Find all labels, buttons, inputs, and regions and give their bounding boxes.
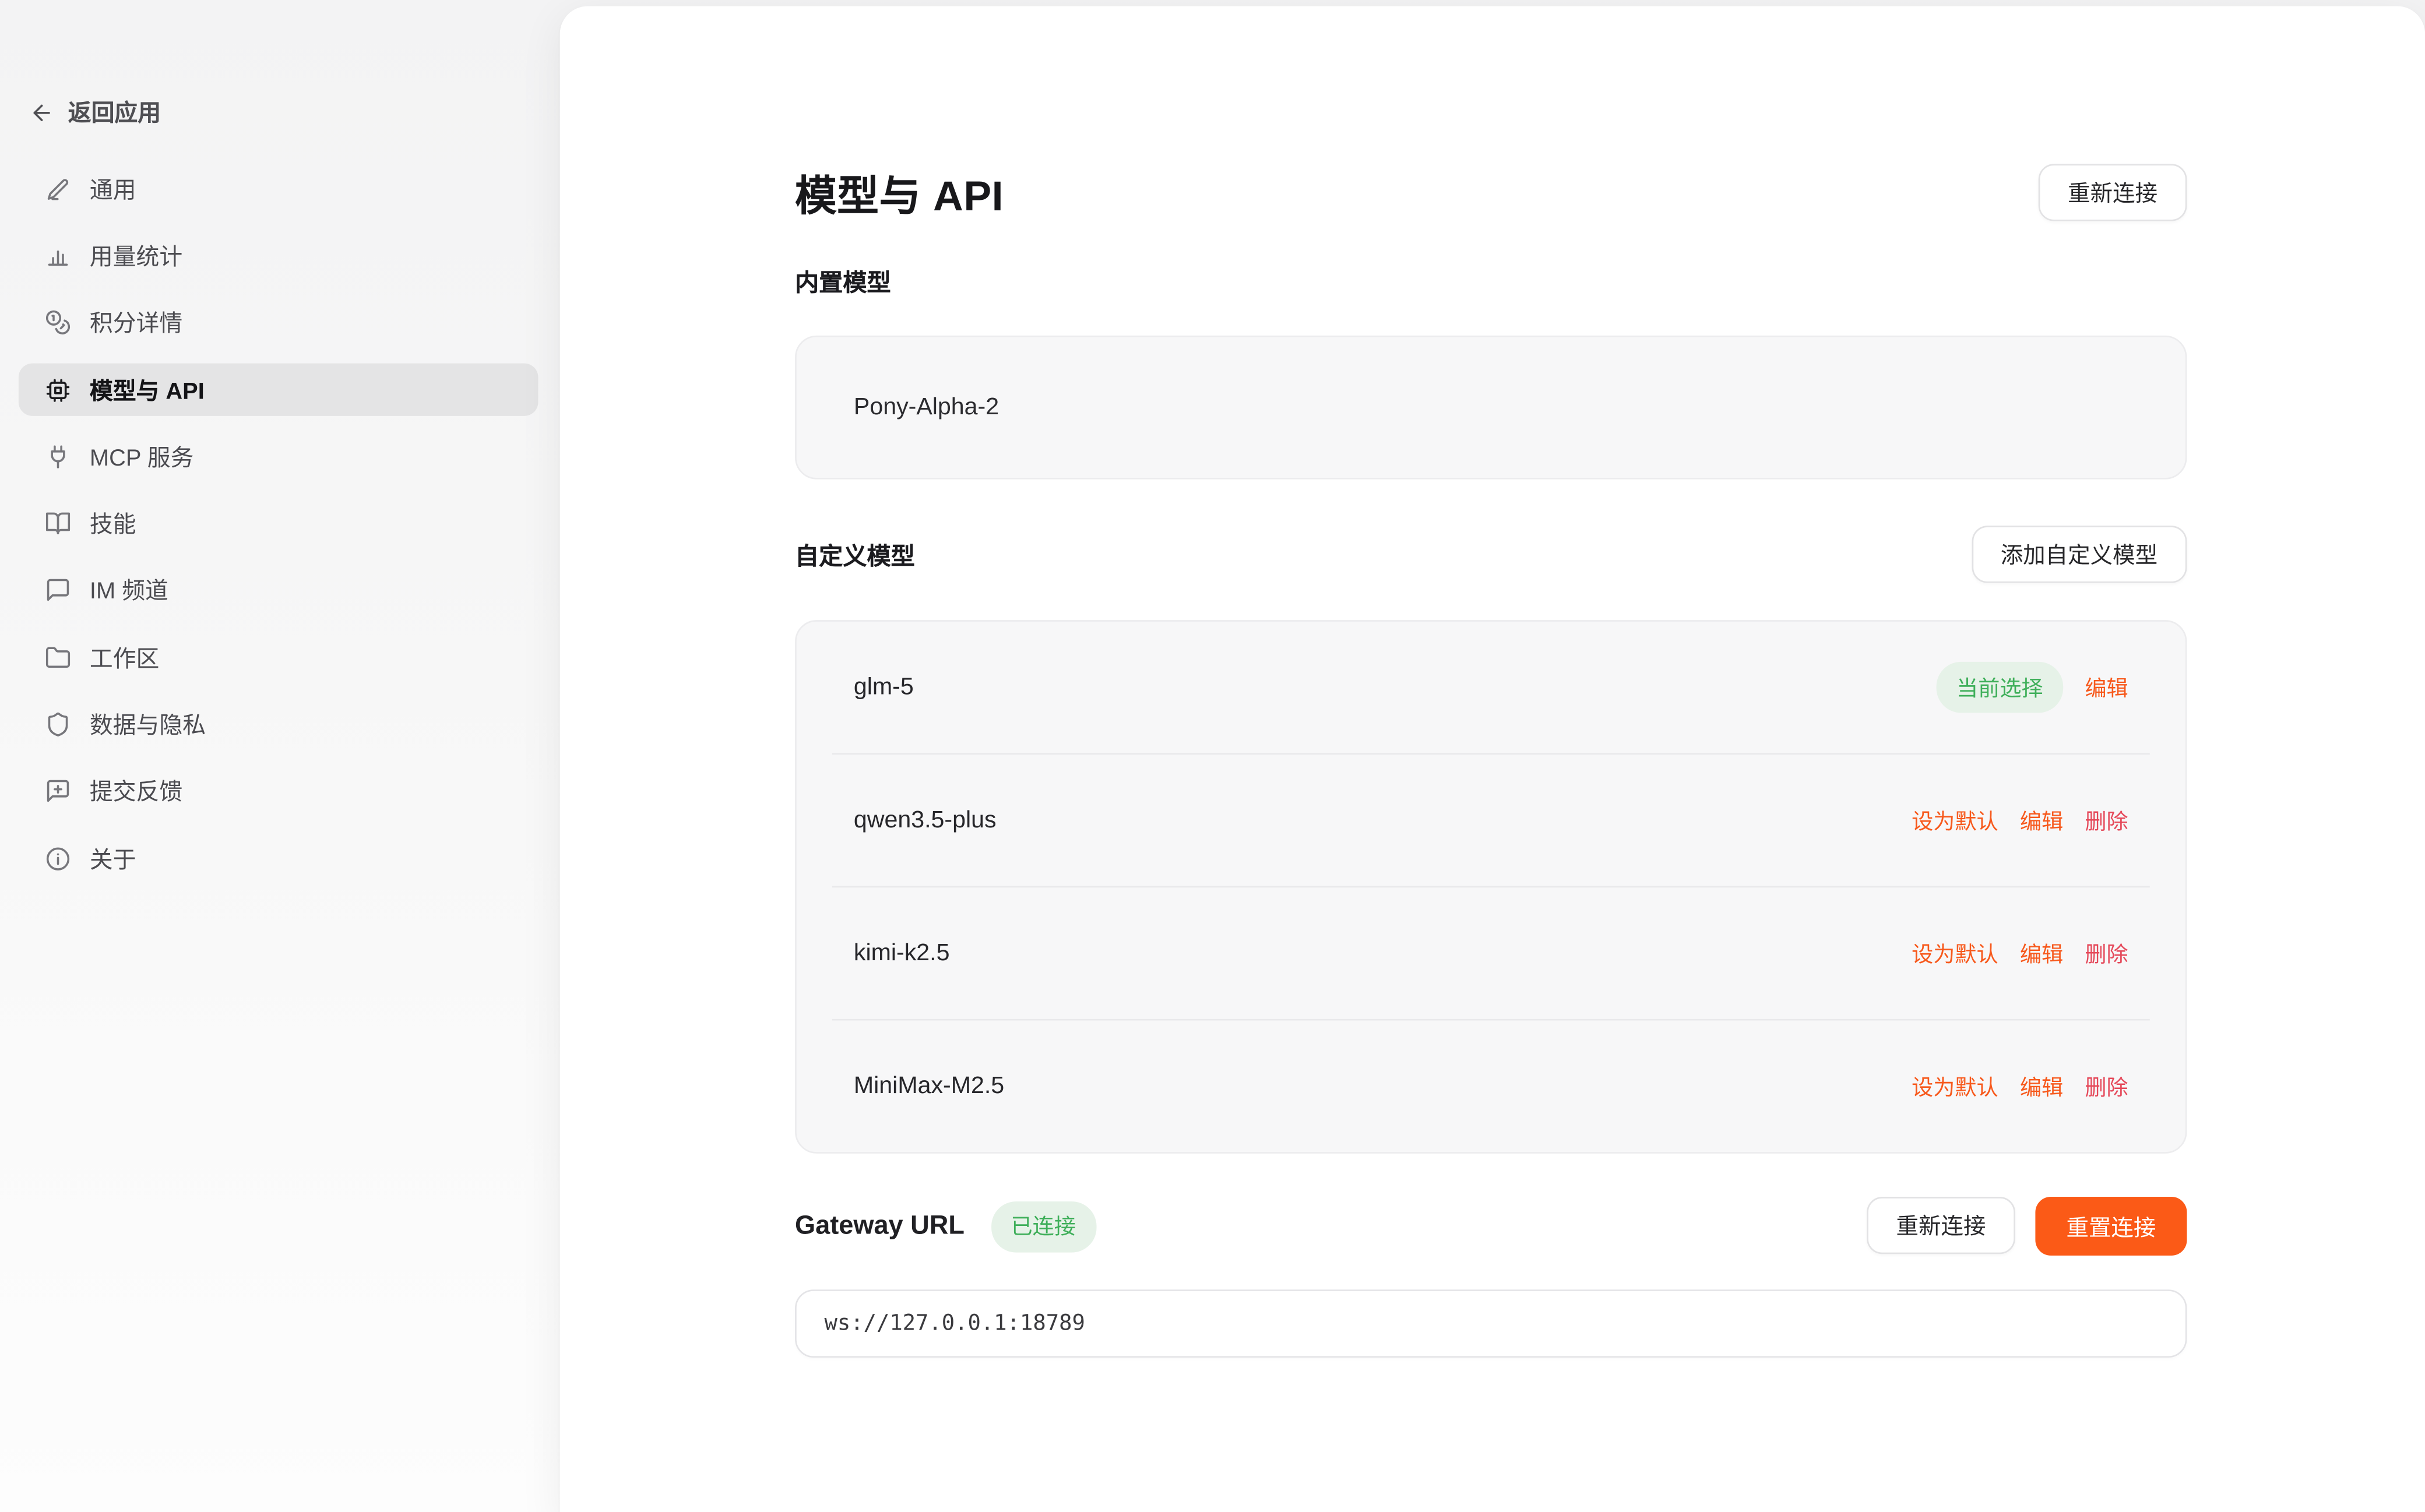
settings-page: 返回应用 通用用量统计积分详情模型与 APIMCP 服务技能IM 频道工作区数据… [0, 0, 2425, 1512]
sidebar-item-label: 通用 [90, 173, 136, 206]
model-name: glm-5 [854, 674, 914, 702]
custom-models-label: 自定义模型 [795, 537, 915, 571]
model-row-actions: 设为默认编辑删除 [1912, 1071, 2128, 1102]
builtin-models-label: 内置模型 [795, 265, 2187, 298]
edit-link[interactable]: 编辑 [2020, 805, 2063, 836]
reconnect-button[interactable]: 重新连接 [2039, 164, 2187, 221]
model-row: MiniMax-M2.5 设为默认编辑删除 [797, 1021, 2185, 1152]
sidebar-item-mcp-services[interactable]: MCP 服务 [19, 430, 539, 484]
model-row-actions: 设为默认编辑删除 [1912, 805, 2128, 836]
main-panel: 模型与 API 重新连接 内置模型 Pony-Alpha-2 自定义模型 添加自… [560, 6, 2425, 1512]
set-default-link[interactable]: 设为默认 [1912, 805, 1998, 836]
sidebar-nav: 通用用量统计积分详情模型与 API MCP 服务技能 IM 频道工作区数据与隐私提交… [19, 163, 539, 885]
info-icon [45, 845, 71, 872]
model-name: MiniMax-M2.5 [854, 1072, 1004, 1100]
sidebar-item-label: 用量统计 [90, 240, 182, 273]
sidebar-item-skills[interactable]: 技能 [19, 497, 539, 551]
delete-link[interactable]: 删除 [2085, 805, 2128, 836]
sidebar-item-credits[interactable]: 积分详情 [19, 296, 539, 350]
gateway-label-group: Gateway URL 已连接 [795, 1201, 1096, 1252]
delete-link[interactable]: 删除 [2085, 938, 2128, 969]
gateway-url-input[interactable] [795, 1289, 2187, 1358]
book-icon [45, 510, 71, 537]
edit-link[interactable]: 编辑 [2020, 938, 2063, 969]
model-row-actions: 设为默认编辑删除 [1912, 938, 2128, 969]
gateway-reset-button[interactable]: 重置连接 [2035, 1197, 2187, 1256]
set-default-link[interactable]: 设为默认 [1912, 938, 1998, 969]
plug-icon [45, 443, 71, 470]
sidebar-item-usage-stats[interactable]: 用量统计 [19, 230, 539, 283]
coins-icon [45, 310, 71, 336]
page-title: 模型与 API [795, 163, 1004, 223]
model-row: glm-5 当前选择编辑 [797, 622, 2185, 753]
model-row: qwen3.5-plus 设为默认编辑删除 [797, 755, 2185, 886]
custom-model-list: glm-5当前选择编辑qwen3.5-plus设为默认编辑删除kimi-k2.5… [795, 620, 2187, 1154]
chart-icon [45, 243, 71, 269]
sidebar-item-feedback[interactable]: 提交反馈 [19, 764, 539, 818]
back-to-app-button[interactable]: 返回应用 [29, 96, 161, 129]
sidebar-item-label: 技能 [90, 507, 136, 540]
edit-link[interactable]: 编辑 [2085, 672, 2128, 703]
pencil-icon [45, 176, 71, 202]
chip-icon [45, 377, 71, 403]
builtin-model-card: Pony-Alpha-2 [795, 336, 2187, 480]
sidebar: 返回应用 通用用量统计积分详情模型与 API MCP 服务技能 IM 频道工作区数据… [0, 0, 560, 1512]
builtin-model-name: Pony-Alpha-2 [854, 393, 999, 421]
sidebar-item-about[interactable]: 关于 [19, 831, 539, 885]
model-row-actions: 当前选择编辑 [1937, 662, 2128, 713]
main-content: 模型与 API 重新连接 内置模型 Pony-Alpha-2 自定义模型 添加自… [795, 6, 2187, 1358]
edit-link[interactable]: 编辑 [2020, 1071, 2063, 1102]
sidebar-item-label: IM 频道 [90, 575, 168, 607]
sidebar-item-label: 关于 [90, 842, 136, 875]
back-to-app-label: 返回应用 [68, 96, 161, 129]
folder-icon [45, 644, 71, 671]
sidebar-item-label: 工作区 [90, 642, 159, 674]
current-selection-badge: 当前选择 [1937, 662, 2064, 713]
page-header: 模型与 API 重新连接 [795, 164, 2187, 221]
gateway-buttons: 重新连接 重置连接 [1867, 1197, 2187, 1256]
model-name: qwen3.5-plus [854, 806, 997, 834]
sidebar-item-data-privacy[interactable]: 数据与隐私 [19, 698, 539, 752]
add-custom-model-button[interactable]: 添加自定义模型 [1971, 526, 2187, 583]
gateway-url-label: Gateway URL [795, 1211, 965, 1242]
sidebar-item-workspace[interactable]: 工作区 [19, 631, 539, 685]
connected-status-badge: 已连接 [991, 1201, 1096, 1252]
arrow-left-icon [29, 100, 54, 124]
shield-icon [45, 711, 71, 738]
model-name: kimi-k2.5 [854, 939, 950, 967]
gateway-section: Gateway URL 已连接 重新连接 重置连接 [795, 1197, 2187, 1256]
model-row: kimi-k2.5 设为默认编辑删除 [797, 887, 2185, 1019]
gateway-reconnect-button[interactable]: 重新连接 [1867, 1197, 2015, 1254]
sidebar-item-im-channels[interactable]: IM 频道 [19, 564, 539, 618]
chat-icon [45, 577, 71, 604]
sidebar-item-label: 模型与 API [90, 373, 205, 406]
sidebar-item-general[interactable]: 通用 [19, 163, 539, 216]
custom-models-header: 自定义模型 添加自定义模型 [795, 526, 2187, 583]
feedback-icon [45, 778, 71, 805]
delete-link[interactable]: 删除 [2085, 1071, 2128, 1102]
sidebar-item-models-api[interactable]: 模型与 API [19, 363, 539, 417]
sidebar-item-label: 数据与隐私 [90, 709, 206, 741]
sidebar-item-label: 提交反馈 [90, 775, 182, 808]
sidebar-item-label: 积分详情 [90, 306, 182, 339]
sidebar-item-label: MCP 服务 [90, 440, 193, 473]
set-default-link[interactable]: 设为默认 [1912, 1071, 1998, 1102]
